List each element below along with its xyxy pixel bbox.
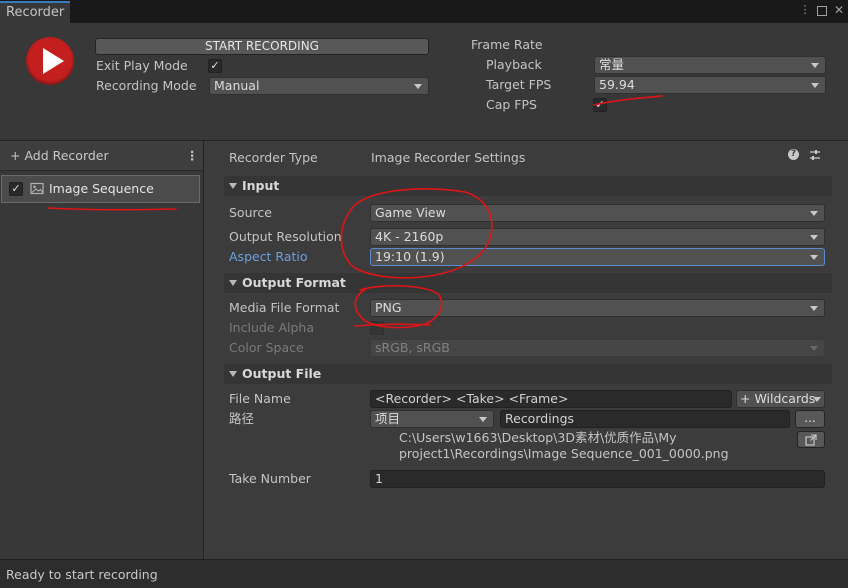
- recording-mode-dropdown[interactable]: Manual: [209, 77, 429, 95]
- chevron-down-icon: [810, 306, 818, 311]
- take-number-input[interactable]: 1: [370, 470, 825, 488]
- output-resolution-value: 4K - 2160p: [375, 229, 444, 244]
- media-file-format-dropdown[interactable]: PNG: [370, 299, 825, 317]
- include-alpha-checkbox[interactable]: [370, 321, 384, 335]
- media-file-format-label: Media File Format: [229, 300, 340, 315]
- close-icon[interactable]: ✕: [832, 3, 846, 17]
- color-space-value: sRGB, sRGB: [375, 340, 450, 355]
- source-value: Game View: [375, 205, 446, 220]
- foldout-icon: [229, 371, 237, 377]
- recorder-item-label: Image Sequence: [49, 181, 154, 196]
- add-recorder-button[interactable]: + Add Recorder: [10, 148, 109, 164]
- target-fps-dropdown[interactable]: 59.94: [594, 76, 826, 94]
- media-file-format-value: PNG: [375, 300, 402, 315]
- help-icon[interactable]: ?: [788, 149, 799, 160]
- wildcards-dropdown[interactable]: + Wildcards: [736, 390, 825, 408]
- wildcards-label: + Wildcards: [740, 391, 816, 406]
- path-label: 路径: [229, 411, 255, 426]
- full-path-line-2: project1\Recordings\Image Sequence_001_0…: [399, 446, 729, 461]
- chevron-down-icon: [813, 397, 821, 402]
- cap-fps-checkbox[interactable]: ✓: [593, 98, 607, 112]
- output-format-section-title: Output Format: [242, 275, 346, 290]
- file-name-label: File Name: [229, 391, 291, 406]
- recorder-list-panel: [0, 141, 203, 559]
- title-bar: [0, 0, 848, 23]
- file-name-input[interactable]: <Recorder> <Take> <Frame>: [370, 390, 732, 408]
- aspect-ratio-label: Aspect Ratio: [229, 249, 308, 264]
- status-text: Ready to start recording: [6, 567, 158, 582]
- foldout-icon: [229, 280, 237, 286]
- full-path-line-1: C:\Users\w1663\Desktop\3D素材\优质作品\My: [399, 430, 677, 445]
- image-icon: [30, 182, 44, 195]
- cap-fps-label: Cap FPS: [486, 97, 537, 112]
- tab-title: Recorder: [6, 5, 65, 20]
- target-fps-label: Target FPS: [486, 77, 552, 92]
- record-button[interactable]: [26, 37, 74, 85]
- color-space-dropdown[interactable]: sRGB, sRGB: [370, 339, 825, 357]
- source-label: Source: [229, 205, 272, 220]
- maximize-icon[interactable]: [817, 6, 827, 16]
- chevron-down-icon: [811, 83, 819, 88]
- recorder-type-value: Image Recorder Settings: [371, 150, 526, 165]
- chevron-down-icon: [479, 417, 487, 422]
- foldout-icon: [229, 183, 237, 189]
- more-options-icon[interactable]: ⋮: [798, 3, 812, 17]
- tab-recorder[interactable]: Recorder: [0, 1, 70, 23]
- color-space-label: Color Space: [229, 340, 304, 355]
- recorder-enabled-checkbox[interactable]: ✓: [9, 182, 23, 196]
- playback-label: Playback: [486, 57, 542, 72]
- status-bar: Ready to start recording: [0, 559, 848, 588]
- playback-value: 常量: [599, 57, 625, 72]
- recorder-list-menu-icon[interactable]: ⋮: [186, 148, 199, 164]
- playback-dropdown[interactable]: 常量: [594, 56, 826, 74]
- aspect-ratio-dropdown[interactable]: 19:10 (1.9): [370, 248, 825, 266]
- play-icon: [43, 48, 64, 74]
- recorder-type-label: Recorder Type: [229, 150, 318, 165]
- include-alpha-label: Include Alpha: [229, 320, 315, 335]
- chevron-down-icon: [810, 211, 818, 216]
- start-recording-button[interactable]: START RECORDING: [95, 38, 429, 55]
- output-resolution-label: Output Resolution: [229, 229, 342, 244]
- exit-play-mode-checkbox[interactable]: ✓: [208, 59, 222, 73]
- exit-play-mode-label: Exit Play Mode: [96, 58, 188, 73]
- recording-mode-value: Manual: [214, 78, 260, 93]
- aspect-ratio-value: 19:10 (1.9): [375, 249, 445, 264]
- chevron-down-icon: [810, 255, 818, 260]
- path-folder-input[interactable]: Recordings: [500, 410, 790, 428]
- chevron-down-icon: [414, 84, 422, 89]
- preset-settings-icon[interactable]: [808, 148, 822, 162]
- browse-button[interactable]: ...: [795, 410, 825, 428]
- recording-mode-label: Recording Mode: [96, 78, 197, 93]
- input-section-title: Input: [242, 178, 280, 193]
- chevron-down-icon: [811, 63, 819, 68]
- path-root-value: 项目: [375, 411, 401, 426]
- output-resolution-dropdown[interactable]: 4K - 2160p: [370, 228, 825, 246]
- chevron-down-icon: [810, 235, 818, 240]
- target-fps-value: 59.94: [599, 77, 635, 92]
- frame-rate-title: Frame Rate: [471, 37, 543, 52]
- chevron-down-icon: [810, 346, 818, 351]
- open-folder-button[interactable]: [797, 431, 825, 448]
- source-dropdown[interactable]: Game View: [370, 204, 825, 222]
- path-root-dropdown[interactable]: 项目: [370, 410, 494, 428]
- output-file-section-header[interactable]: Output File: [224, 364, 832, 384]
- output-file-section-title: Output File: [242, 366, 322, 381]
- input-section-header[interactable]: Input: [224, 176, 832, 196]
- output-format-section-header[interactable]: Output Format: [224, 273, 832, 293]
- take-number-label: Take Number: [229, 471, 311, 486]
- open-external-icon: [805, 434, 817, 446]
